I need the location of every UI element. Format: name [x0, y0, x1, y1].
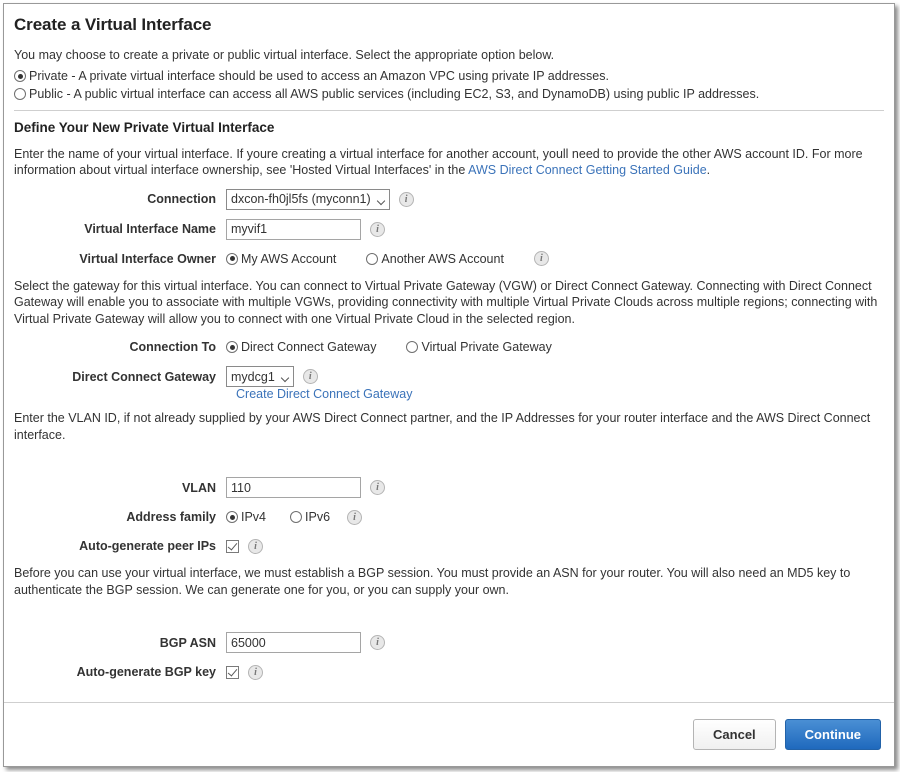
auto-generate-bgp-key-checkbox[interactable] [226, 665, 239, 679]
radio-virtual-private-gateway-label: Virtual Private Gateway [421, 340, 552, 354]
form-vlan-group: VLAN i Address family IPv4 IPv6 [14, 477, 884, 556]
radio-public-icon[interactable] [14, 88, 26, 100]
radio-ipv4[interactable]: IPv4 [226, 510, 266, 524]
connection-control: dxcon-fh0jl5fs (myconn1) i [226, 188, 414, 210]
address-family-control: IPv4 IPv6 i [226, 509, 363, 525]
vlan-paragraph: Enter the VLAN ID, if not already suppli… [14, 411, 871, 442]
auto-generate-peer-ips-checkbox[interactable] [226, 539, 239, 553]
direct-connect-gateway-info-icon[interactable]: i [302, 369, 318, 384]
virtual-interface-owner-control: My AWS Account Another AWS Account i [226, 251, 549, 266]
bgp-paragraph: Before you can use your virtual interfac… [14, 566, 851, 597]
gateway-paragraph: Select the gateway for this virtual inte… [14, 278, 878, 326]
row-virtual-interface-name: Virtual Interface Name i [14, 218, 884, 240]
dialog-content: Create a Virtual Interface You may choos… [4, 4, 894, 766]
row-virtual-interface-owner: Virtual Interface Owner My AWS Account A… [14, 249, 884, 269]
radio-another-aws-account-icon[interactable] [366, 252, 379, 265]
create-direct-connect-gateway-row: Create Direct Connect Gateway [236, 387, 884, 401]
address-family-label: Address family [126, 510, 216, 524]
bgp-asn-control: i [226, 632, 385, 653]
direct-connect-gateway-label: Direct Connect Gateway [72, 369, 216, 384]
auto-generate-bgp-key-label: Auto-generate BGP key [76, 665, 216, 679]
virtual-interface-name-control: i [226, 218, 385, 240]
vlan-control: i [226, 477, 385, 498]
radio-private-label: Private - A private virtual interface sh… [29, 68, 609, 83]
define-description-part2: . [706, 163, 711, 177]
direct-connect-gateway-control: mydcg1 i [226, 366, 318, 387]
row-connection: Connection dxcon-fh0jl5fs (myconn1) i [14, 188, 884, 210]
page-title: Create a Virtual Interface [14, 15, 212, 34]
radio-my-aws-account[interactable]: My AWS Account [226, 252, 336, 266]
form-top-group: Connection dxcon-fh0jl5fs (myconn1) i Vi… [14, 188, 884, 269]
dialog-window: Create a Virtual Interface You may choos… [3, 3, 895, 767]
radio-direct-connect-gateway-label: Direct Connect Gateway [241, 340, 377, 354]
radio-private-icon[interactable] [14, 70, 26, 82]
auto-generate-bgp-key-info-icon[interactable]: i [248, 664, 263, 680]
spacer-bgp [14, 602, 884, 622]
section-heading-define: Define Your New Private Virtual Interfac… [14, 119, 275, 135]
radio-ipv6-label: IPv6 [305, 510, 331, 524]
divider-top [14, 109, 884, 111]
define-description-part1: Enter the name of your virtual interface… [14, 146, 863, 178]
connection-to-label: Connection To [129, 340, 216, 354]
row-auto-generate-bgp-key: Auto-generate BGP key i [14, 662, 884, 682]
radio-my-aws-account-label: My AWS Account [241, 251, 337, 266]
bgp-asn-info-icon[interactable]: i [370, 635, 385, 650]
radio-public-label: Public - A public virtual interface can … [29, 86, 760, 101]
radio-ipv4-label: IPv4 [241, 510, 267, 524]
radio-virtual-private-gateway[interactable]: Virtual Private Gateway [406, 340, 552, 354]
connection-label: Connection [147, 192, 216, 206]
form-bgp-group: BGP ASN i Auto-generate BGP key i [14, 632, 884, 682]
virtual-interface-owner-info-icon[interactable]: i [533, 251, 549, 266]
row-connection-to: Connection To Direct Connect Gateway Vir… [14, 337, 884, 357]
create-direct-connect-gateway-link[interactable]: Create Direct Connect Gateway [236, 387, 412, 401]
radio-another-aws-account[interactable]: Another AWS Account [366, 252, 504, 266]
connection-to-control: Direct Connect Gateway Virtual Private G… [226, 340, 582, 354]
form-gateway-group: Connection To Direct Connect Gateway Vir… [14, 337, 884, 401]
getting-started-guide-link[interactable]: AWS Direct Connect Getting Started Guide [468, 163, 707, 177]
vlan-info-icon[interactable]: i [370, 480, 385, 495]
radio-ipv6-icon[interactable] [290, 511, 303, 523]
radio-direct-connect-gateway-icon[interactable] [226, 341, 238, 353]
define-description: Enter the name of your virtual interface… [14, 146, 884, 179]
auto-generate-peer-ips-control: i [226, 538, 263, 554]
address-family-info-icon[interactable]: i [347, 509, 363, 525]
row-bgp-asn: BGP ASN i [14, 632, 884, 653]
connection-info-icon[interactable]: i [398, 191, 414, 207]
virtual-interface-name-input[interactable] [226, 218, 361, 240]
vlan-input[interactable] [226, 477, 361, 498]
auto-generate-peer-ips-label: Auto-generate peer IPs [79, 539, 216, 553]
radio-my-aws-account-icon[interactable] [226, 252, 238, 265]
virtual-interface-owner-label: Virtual Interface Owner [79, 251, 216, 266]
continue-button[interactable]: Continue [784, 719, 881, 750]
spacer-vlan [14, 447, 884, 467]
row-vlan: VLAN i [14, 477, 884, 498]
row-auto-generate-peer-ips: Auto-generate peer IPs i [14, 536, 884, 556]
bgp-asn-input[interactable] [226, 632, 361, 653]
radio-ipv4-icon[interactable] [226, 511, 238, 523]
radio-ipv6[interactable]: IPv6 [290, 510, 330, 524]
virtual-interface-name-info-icon[interactable]: i [370, 221, 385, 237]
intro-text: You may choose to create a private or pu… [14, 48, 555, 62]
vlan-label: VLAN [181, 480, 216, 495]
radio-virtual-private-gateway-icon[interactable] [406, 341, 419, 353]
cancel-button[interactable]: Cancel [693, 719, 776, 750]
row-direct-connect-gateway: Direct Connect Gateway mydcg1 i [14, 366, 884, 387]
direct-connect-gateway-select[interactable]: mydcg1 [226, 366, 294, 387]
dialog-footer: Cancel Continue [4, 702, 894, 766]
radio-direct-connect-gateway[interactable]: Direct Connect Gateway [226, 340, 376, 354]
auto-generate-peer-ips-info-icon[interactable]: i [248, 538, 263, 554]
radio-another-aws-account-label: Another AWS Account [381, 251, 504, 266]
radio-option-private[interactable]: Private - A private virtual interface sh… [14, 68, 884, 85]
radio-option-public[interactable]: Public - A public virtual interface can … [14, 86, 884, 103]
bgp-asn-label: BGP ASN [159, 635, 216, 650]
auto-generate-bgp-key-control: i [226, 664, 263, 680]
virtual-interface-name-label: Virtual Interface Name [84, 222, 216, 236]
connection-select[interactable]: dxcon-fh0jl5fs (myconn1) [226, 188, 390, 210]
row-address-family: Address family IPv4 IPv6 i [14, 507, 884, 527]
